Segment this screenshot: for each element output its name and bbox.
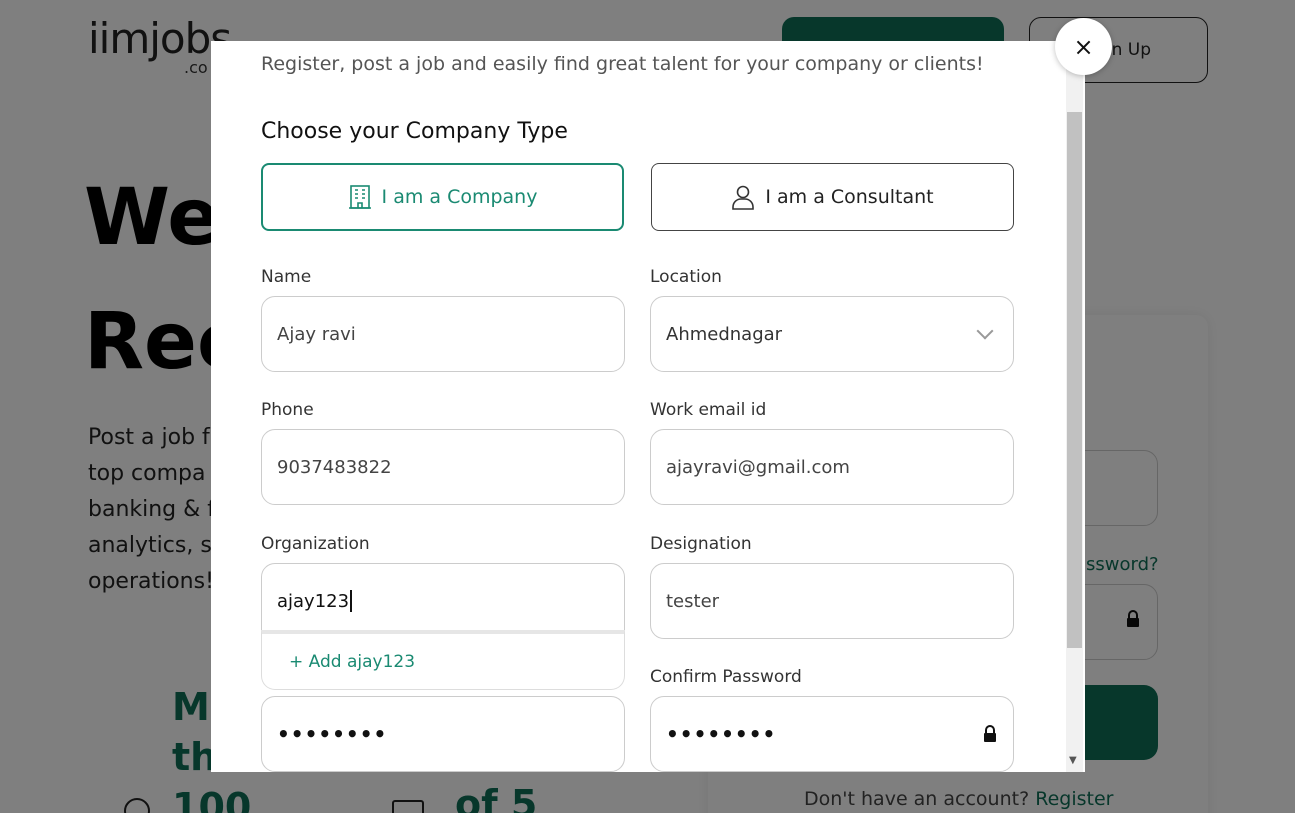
designation-value: tester <box>666 590 720 612</box>
email-value: ajayravi@gmail.com <box>666 456 850 478</box>
company-type-heading: Choose your Company Type <box>261 119 568 144</box>
phone-value: 9037483822 <box>277 456 392 478</box>
phone-label: Phone <box>261 400 314 420</box>
company-type-company-button[interactable]: I am a Company <box>261 163 624 231</box>
user-icon <box>732 185 755 210</box>
name-label: Name <box>261 267 312 287</box>
close-icon: × <box>1073 32 1094 61</box>
chevron-down-icon <box>976 322 994 340</box>
designation-label: Designation <box>650 534 752 554</box>
scroll-down-arrow-icon[interactable]: ▼ <box>1069 755 1077 766</box>
close-modal-button[interactable]: × <box>1055 18 1112 75</box>
add-organization-suggestion[interactable]: + Add ajay123 <box>261 630 625 690</box>
password-value: •••••••• <box>277 722 388 746</box>
location-value: Ahmednagar <box>666 323 783 345</box>
company-type-consultant-label: I am a Consultant <box>765 186 934 208</box>
name-input[interactable]: Ajay ravi <box>261 296 625 372</box>
lock-icon[interactable] <box>983 725 997 743</box>
confirm-password-value: •••••••• <box>666 722 777 746</box>
email-label: Work email id <box>650 400 767 420</box>
organization-input[interactable]: ajay123 <box>261 563 625 639</box>
confirm-password-label: Confirm Password <box>650 667 802 687</box>
name-value: Ajay ravi <box>277 323 356 345</box>
confirm-password-input[interactable]: •••••••• <box>650 696 1014 772</box>
modal-scrollbar-thumb[interactable] <box>1067 112 1082 648</box>
designation-input[interactable]: tester <box>650 563 1014 639</box>
organization-value: ajay123 <box>277 590 350 612</box>
register-modal: Register, post a job and easily find gre… <box>211 41 1085 772</box>
phone-input[interactable]: 9037483822 <box>261 429 625 505</box>
company-type-company-label: I am a Company <box>381 186 538 208</box>
password-input[interactable]: •••••••• <box>261 696 625 772</box>
email-input[interactable]: ajayravi@gmail.com <box>650 429 1014 505</box>
organization-label: Organization <box>261 534 370 554</box>
text-caret <box>350 590 352 612</box>
location-label: Location <box>650 267 722 287</box>
company-type-consultant-button[interactable]: I am a Consultant <box>651 163 1014 231</box>
location-select[interactable]: Ahmednagar <box>650 296 1014 372</box>
building-icon <box>348 185 371 209</box>
modal-subtitle: Register, post a job and easily find gre… <box>261 53 984 75</box>
